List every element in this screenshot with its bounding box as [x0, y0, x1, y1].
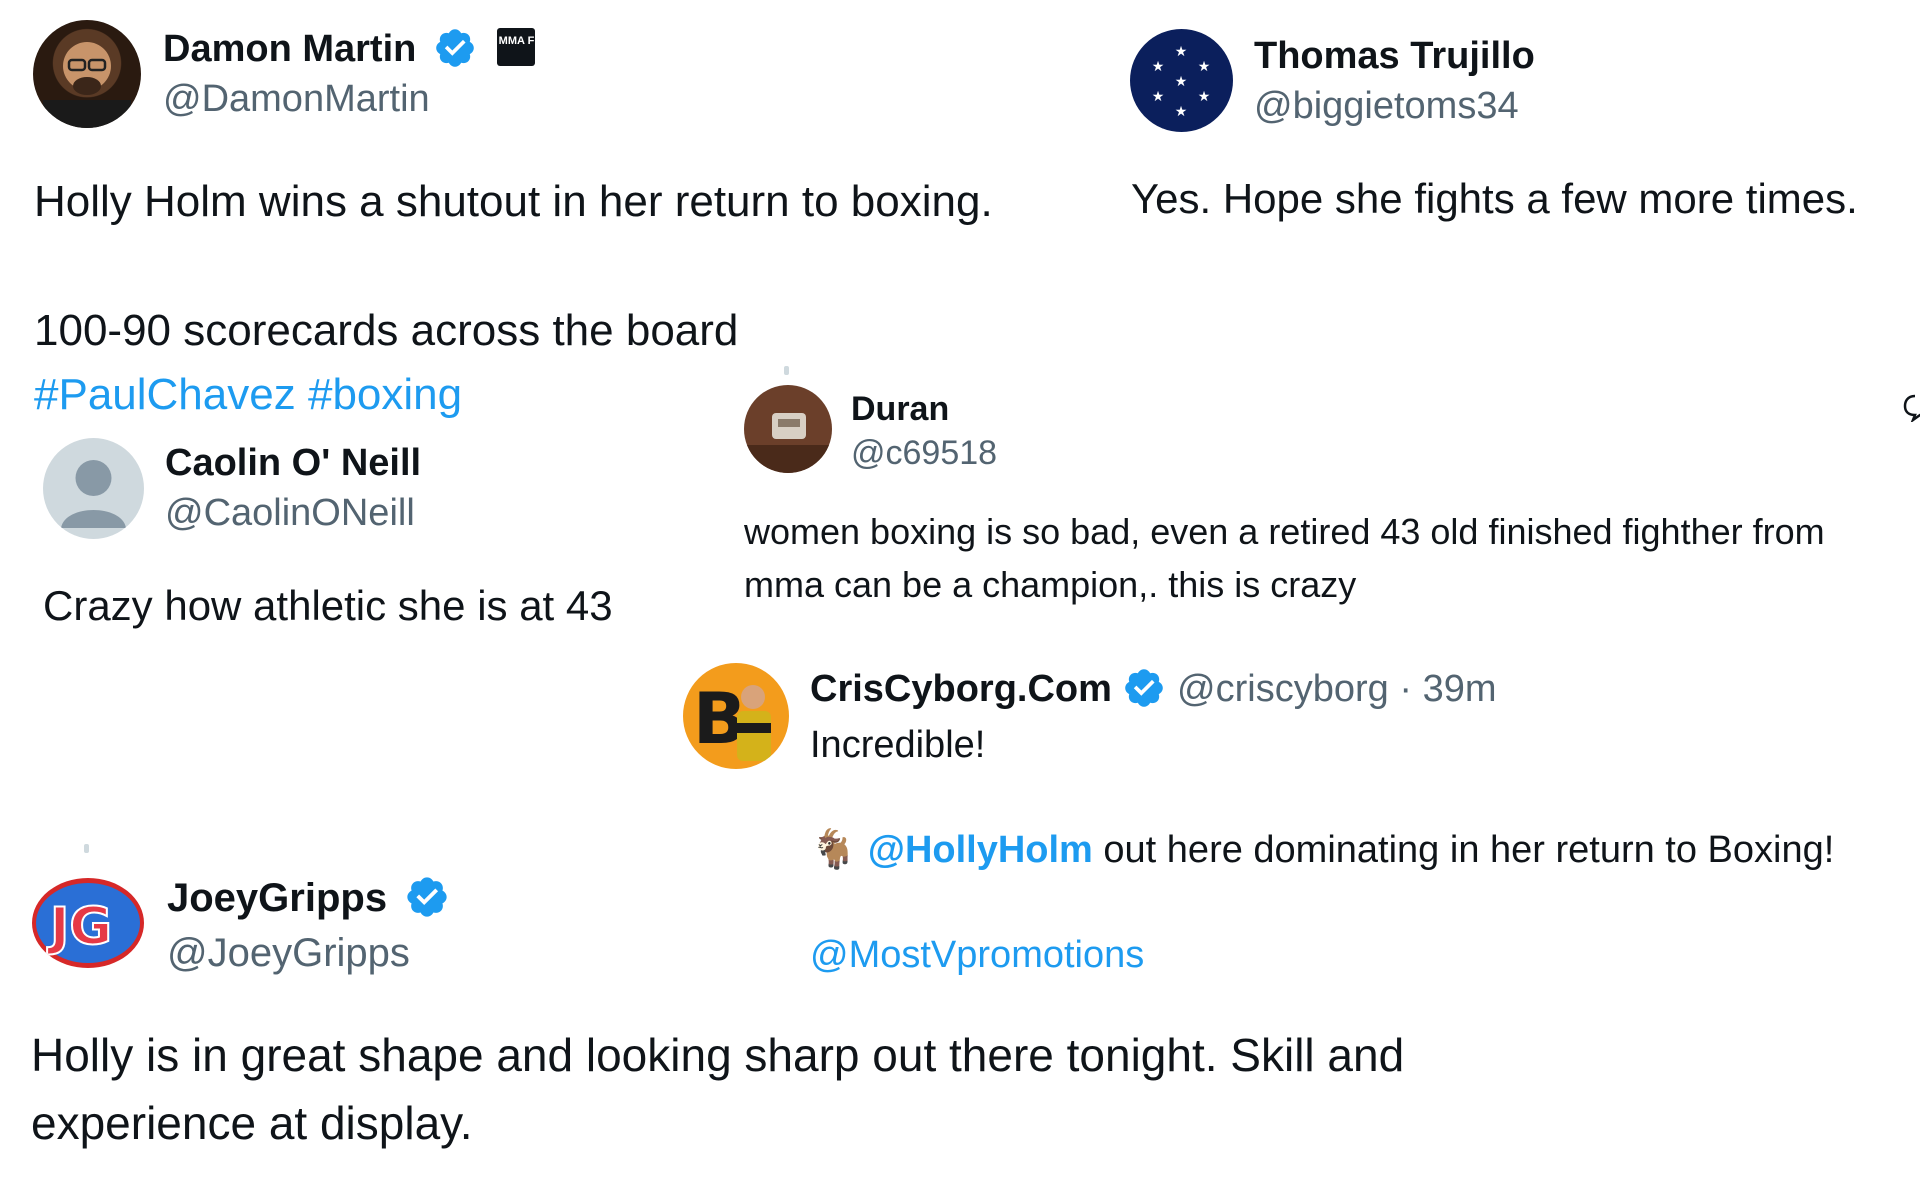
mention-link[interactable]: @MostVpromotions	[810, 934, 1144, 976]
hashtag-link[interactable]: #boxing	[308, 370, 462, 419]
avatar-joeygripps[interactable]: JG	[32, 878, 144, 968]
svg-text:★: ★	[1175, 74, 1188, 90]
tweet-text-line: 🐐 @HollyHolm out here dominating in her …	[810, 827, 1834, 873]
mention-link[interactable]: @HollyHolm	[868, 829, 1093, 871]
svg-text:★: ★	[1175, 44, 1188, 60]
author-handle[interactable]: @criscyborg	[1177, 668, 1389, 710]
svg-text:★: ★	[1175, 104, 1188, 120]
avatar-caolin-oneill[interactable]	[43, 438, 144, 539]
tweet-text-line: women boxing is so bad, even a retired 4…	[744, 511, 1825, 552]
timestamp[interactable]: 39m	[1423, 668, 1497, 710]
author-handle[interactable]: @JoeyGripps	[167, 929, 410, 977]
author-name[interactable]: JoeyGripps	[167, 874, 450, 922]
default-avatar-icon	[61, 460, 126, 528]
hashtag-row: #PaulChavez #boxing	[34, 369, 462, 421]
author-handle[interactable]: @c69518	[851, 432, 997, 474]
separator: ·	[1399, 668, 1412, 710]
author-name[interactable]: Caolin O' Neill	[165, 440, 421, 486]
author-handle[interactable]: @CaolinONeill	[165, 490, 415, 536]
chat-bubble-icon[interactable]	[1903, 392, 1920, 424]
author-handle[interactable]: @biggietoms34	[1254, 83, 1519, 129]
tweet-text-line: 100-90 scorecards across the board	[34, 306, 739, 355]
tweet-text-fragment: out here dominating in her return to Box…	[1092, 829, 1835, 871]
svg-text:★: ★	[1198, 89, 1211, 105]
author-handle[interactable]: @DamonMartin	[163, 76, 430, 122]
avatar-criscyborg[interactable]: B	[683, 663, 789, 769]
mention-link-line: @MostVpromotions	[810, 932, 1144, 978]
tweet-text-line: Yes. Hope she fights a few more times.	[1131, 175, 1858, 222]
affiliate-badge-icon[interactable]: MMA F	[497, 27, 536, 66]
verified-badge-icon	[407, 877, 447, 918]
tweet-text-line: Holly is in great shape and looking shar…	[31, 1029, 1405, 1081]
verified-badge-icon	[436, 29, 474, 67]
stars-avatar-icon: ★ ★ ★ ★ ★ ★ ★	[1152, 44, 1211, 120]
thread-connector	[784, 366, 789, 375]
hashtag-link[interactable]: #PaulChavez	[34, 370, 296, 419]
author-name[interactable]: Duran	[851, 388, 949, 430]
avatar-damon-martin[interactable]	[33, 20, 141, 128]
svg-text:★: ★	[1152, 59, 1165, 75]
avatar-text: JG	[47, 897, 112, 957]
verified-badge-icon	[1125, 669, 1164, 707]
goat-emoji: 🐐	[810, 829, 858, 871]
tweet-text-line: mma can be a champion,. this is crazy	[744, 564, 1357, 605]
tweet-text-line: experience at display.	[31, 1097, 473, 1149]
author-name[interactable]: Thomas Trujillo	[1254, 33, 1535, 79]
tweet-text-line: Holly Holm wins a shutout in her return …	[34, 177, 993, 226]
avatar-thomas-trujillo[interactable]: ★ ★ ★ ★ ★ ★ ★	[1130, 29, 1233, 132]
tweet-text-line: Incredible!	[810, 724, 986, 766]
tweet-header: CrisCyborg.Com @criscyborg · 39m	[810, 666, 1496, 712]
svg-text:★: ★	[1152, 89, 1165, 105]
thread-connector	[84, 844, 89, 853]
svg-text:★: ★	[1198, 59, 1211, 75]
author-name[interactable]: Damon Martin MMA F	[163, 26, 536, 72]
avatar-duran[interactable]	[744, 385, 832, 473]
author-name[interactable]: CrisCyborg.Com	[810, 668, 1112, 710]
tweet-text-line: Crazy how athletic she is at 43	[43, 582, 613, 629]
